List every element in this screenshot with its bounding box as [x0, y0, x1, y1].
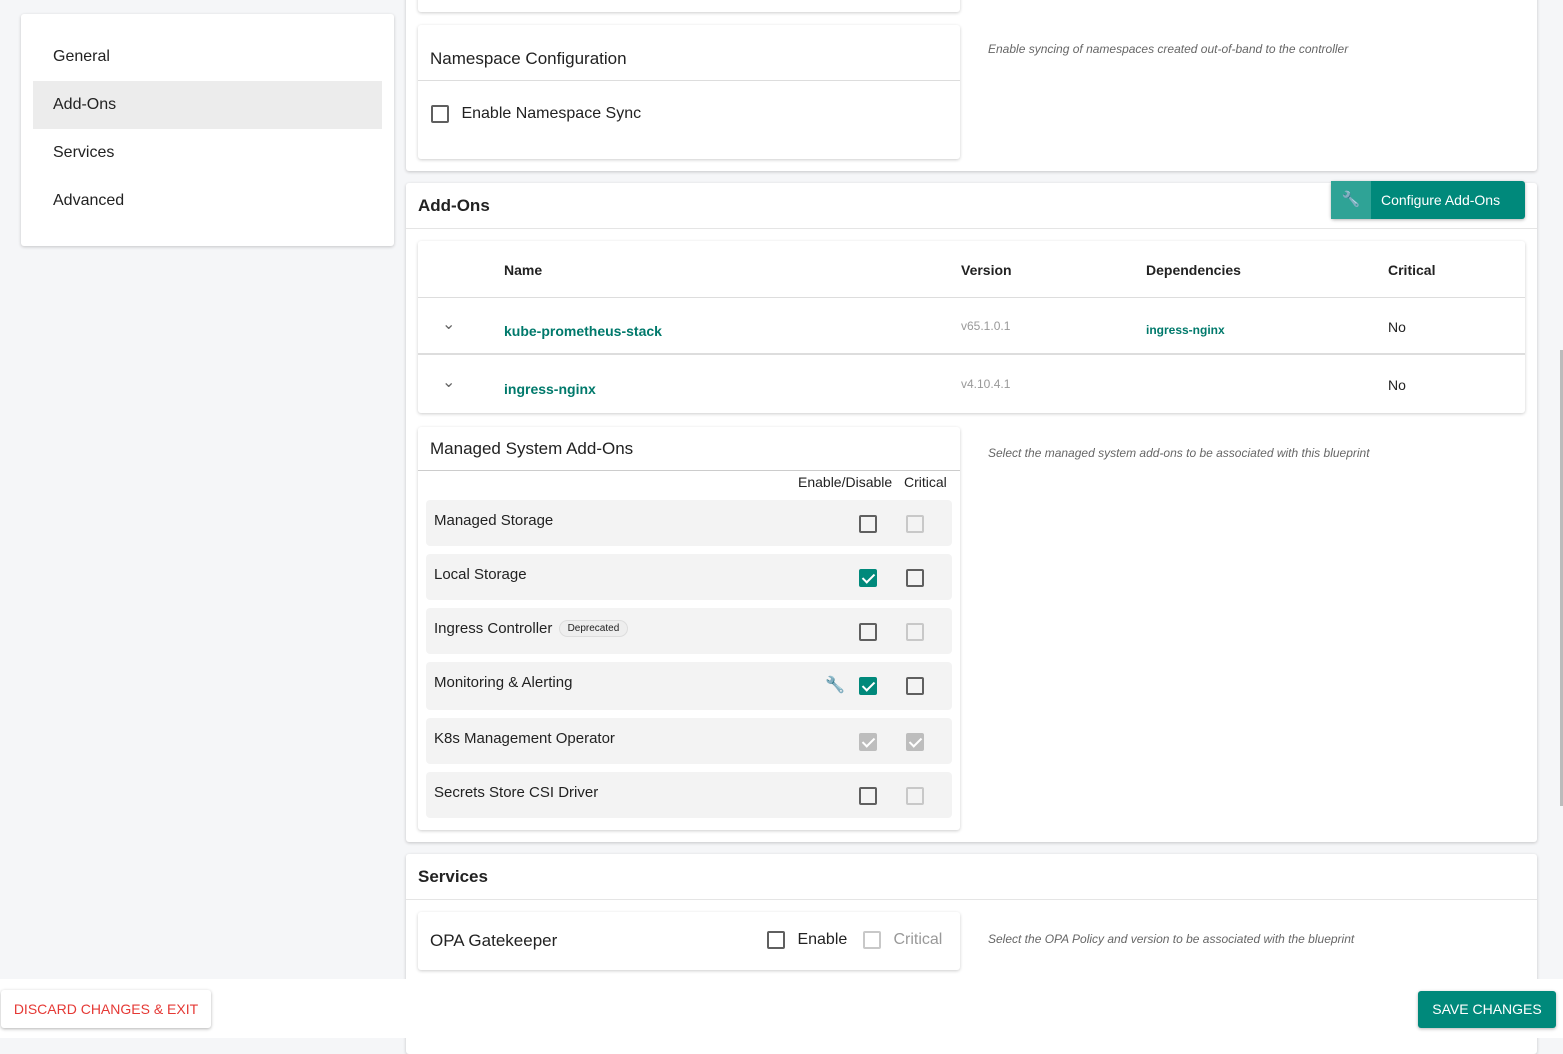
sidebar-item-general[interactable]: General — [33, 33, 382, 81]
enable-checkbox[interactable] — [859, 623, 877, 641]
addon-label-text: Ingress Controller — [434, 620, 553, 637]
enable-namespace-sync[interactable]: Enable Namespace Sync — [431, 105, 641, 123]
managed-addon-row: Local Storage — [426, 554, 952, 600]
addon-label: Monitoring & Alerting — [434, 674, 573, 691]
opa-enable-checkbox[interactable] — [767, 931, 785, 949]
critical-checkbox[interactable] — [906, 515, 924, 533]
namespace-config-title: Namespace Configuration — [430, 49, 627, 68]
opa-hint: Select the OPA Policy and version to be … — [988, 932, 1355, 946]
managed-addon-row: Ingress Controller Deprecated — [426, 608, 952, 654]
addon-label: Secrets Store CSI Driver — [434, 784, 599, 801]
footer-bar — [0, 979, 1563, 1038]
addon-label: Ingress Controller Deprecated — [434, 620, 629, 637]
managed-addon-row: Monitoring & Alerting 🔧 — [426, 662, 952, 710]
enable-label: Enable — [797, 931, 848, 949]
save-changes-button[interactable]: SAVE CHANGES — [1418, 991, 1556, 1028]
wrench-icon[interactable]: 🔧 — [825, 675, 845, 695]
opa-critical[interactable]: Critical — [863, 931, 942, 949]
checkbox-label: Enable Namespace Sync — [461, 105, 642, 123]
col-name: Name — [504, 262, 543, 278]
managed-addon-row: K8s Management Operator — [426, 718, 952, 764]
enable-checkbox — [859, 733, 877, 751]
add-ons-table: Name Version Dependencies Critical ⌄ kub… — [418, 241, 1525, 413]
sidebar-item-services[interactable]: Services — [33, 129, 382, 177]
configure-add-ons-label: Configure Add-Ons — [1381, 192, 1501, 208]
deprecated-badge: Deprecated — [558, 620, 629, 637]
critical-checkbox[interactable] — [906, 677, 924, 695]
wrench-icon: 🔧 — [1331, 181, 1371, 219]
opa-gatekeeper-card: OPA Gatekeeper Enable Critical — [418, 912, 960, 970]
sidebar-item-advanced[interactable]: Advanced — [33, 177, 382, 225]
addon-label: Managed Storage — [434, 512, 554, 529]
managed-addon-row: Secrets Store CSI Driver — [426, 772, 952, 818]
addon-label: K8s Management Operator — [434, 730, 615, 747]
table-row: ⌄ kube-prometheus-stack v65.1.0.1 ingres… — [418, 298, 1525, 355]
critical-checkbox — [906, 733, 924, 751]
addon-name-link[interactable]: kube-prometheus-stack — [504, 323, 662, 339]
managed-add-ons-title: Managed System Add-Ons — [430, 439, 634, 458]
addon-critical: No — [1388, 377, 1406, 393]
enable-namespace-sync-checkbox[interactable] — [431, 105, 449, 123]
enable-checkbox[interactable] — [859, 515, 877, 533]
col-critical: Critical — [904, 474, 947, 490]
addon-label: Local Storage — [434, 566, 527, 583]
sidebar-item-add-ons[interactable]: Add-Ons — [33, 81, 382, 129]
services-title: Services — [418, 867, 488, 886]
chevron-down-icon[interactable]: ⌄ — [442, 314, 455, 334]
critical-checkbox[interactable] — [906, 623, 924, 641]
discard-changes-button[interactable]: DISCARD CHANGES & EXIT — [1, 990, 211, 1028]
namespace-config-card: Namespace Configuration Enable Namespace… — [418, 25, 960, 159]
col-enable-disable: Enable/Disable — [798, 474, 893, 490]
managed-hint: Select the managed system add-ons to be … — [988, 446, 1370, 460]
add-ons-title: Add-Ons — [418, 196, 490, 215]
addon-name-link[interactable]: ingress-nginx — [504, 381, 596, 397]
addon-version: v65.1.0.1 — [961, 319, 1011, 333]
configure-add-ons-button[interactable]: 🔧 Configure Add-Ons — [1331, 181, 1525, 219]
opa-critical-checkbox[interactable] — [863, 931, 881, 949]
addon-critical: No — [1388, 319, 1406, 335]
chevron-down-icon[interactable]: ⌄ — [442, 372, 455, 392]
col-critical: Critical — [1388, 262, 1436, 278]
critical-checkbox[interactable] — [906, 569, 924, 587]
enable-checkbox[interactable] — [859, 569, 877, 587]
opa-title: OPA Gatekeeper — [430, 931, 558, 950]
managed-addon-row: Managed Storage — [426, 500, 952, 546]
table-row: ⌄ ingress-nginx v4.10.4.1 No — [418, 357, 1525, 413]
addon-version: v4.10.4.1 — [961, 377, 1011, 391]
opa-enable[interactable]: Enable — [767, 931, 847, 949]
critical-label: Critical — [893, 931, 943, 949]
enable-checkbox[interactable] — [859, 787, 877, 805]
enable-checkbox[interactable] — [859, 677, 877, 695]
critical-checkbox[interactable] — [906, 787, 924, 805]
previous-card — [418, 0, 960, 12]
sidebar-nav: General Add-Ons Services Advanced — [21, 14, 394, 246]
addon-dependency-link[interactable]: ingress-nginx — [1146, 323, 1225, 337]
col-dependencies: Dependencies — [1146, 262, 1241, 278]
namespace-hint: Enable syncing of namespaces created out… — [988, 42, 1349, 56]
col-version: Version — [961, 262, 1012, 278]
